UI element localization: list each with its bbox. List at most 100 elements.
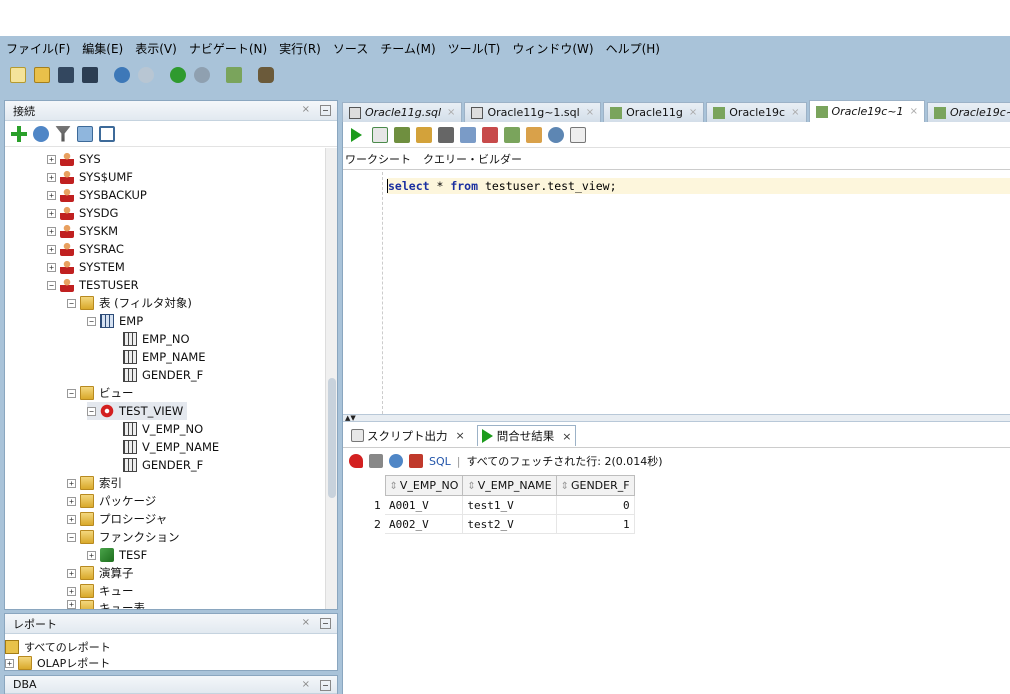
menu-team[interactable]: チーム(M) — [380, 40, 435, 57]
collapse-icon[interactable]: − — [67, 298, 76, 308]
sql-worksheet-icon[interactable] — [504, 126, 520, 143]
tab-oracle11g[interactable]: Oracle11g × — [603, 102, 705, 122]
expand-icon[interactable]: + — [67, 568, 76, 578]
menu-tools[interactable]: ツール(T) — [448, 40, 501, 57]
save-icon[interactable] — [58, 67, 74, 83]
open-folder-icon[interactable] — [34, 67, 50, 83]
tab-close-icon[interactable]: × — [689, 107, 697, 118]
tree-node-gender-f[interactable]: GENDER_F — [123, 366, 203, 384]
menu-window[interactable]: ウィンドウ(W) — [512, 40, 593, 57]
collapse-icon[interactable]: − — [67, 532, 76, 542]
tab-worksheet[interactable]: ワークシート — [343, 151, 421, 167]
tab-oracle11g-1-sql[interactable]: Oracle11g~1.sql × — [464, 102, 602, 122]
tree-node-emp-no[interactable]: EMP_NO — [123, 330, 190, 348]
tree-node-sys-umf[interactable]: + SYS$UMF — [47, 168, 133, 186]
cell-gender-f[interactable]: 1 — [556, 514, 635, 534]
tab-oracle11g-sql[interactable]: Oracle11g.sql × — [342, 102, 463, 122]
autotrace-icon[interactable] — [394, 126, 410, 143]
code-area[interactable]: select * from testuser.test_view; — [343, 172, 1010, 414]
filter-icon[interactable] — [55, 125, 71, 142]
explain-plan-icon[interactable] — [416, 126, 432, 143]
tree-node-sysbackup[interactable]: + SYSBACKUP — [47, 186, 147, 204]
sql-tuning-icon[interactable] — [438, 126, 454, 143]
expand-icon[interactable]: + — [47, 226, 56, 236]
editor-splitter[interactable]: ▲▼ — [343, 414, 1010, 422]
menu-source[interactable]: ソース — [333, 40, 368, 57]
tab-close-icon[interactable]: × — [562, 430, 571, 443]
minimize-icon[interactable] — [320, 105, 331, 116]
back-icon[interactable] — [170, 67, 186, 83]
commit-icon[interactable] — [460, 126, 476, 143]
tree-scrollbar-thumb[interactable] — [328, 378, 336, 498]
column-header-v-emp-no[interactable]: ⇕ V_EMP_NO — [384, 475, 464, 496]
cell-gender-f[interactable]: 0 — [556, 495, 635, 515]
format-icon[interactable] — [570, 126, 586, 143]
tab-script-output[interactable]: スクリプト出力 × — [347, 426, 469, 446]
rollback-icon[interactable] — [482, 126, 498, 143]
report-all-reports[interactable]: すべてのレポート — [5, 638, 111, 656]
expand-icon[interactable]: + — [67, 514, 76, 524]
expand-icon[interactable]: + — [47, 172, 56, 182]
cell-v-emp-name[interactable]: test2_V — [462, 514, 557, 534]
refresh-icon[interactable] — [33, 125, 49, 142]
expand-icon[interactable]: + — [67, 600, 76, 609]
close-icon[interactable]: × — [302, 679, 310, 690]
tree-scrollbar[interactable] — [325, 148, 337, 609]
tab-close-icon[interactable]: × — [910, 106, 918, 117]
tree-node-functions[interactable]: − ファンクション — [67, 528, 180, 546]
tree-node-tesf[interactable]: + TESF — [87, 546, 147, 564]
tab-close-icon[interactable]: × — [447, 107, 455, 118]
tree-node-operators[interactable]: + 演算子 — [67, 564, 134, 582]
menu-file[interactable]: ファイル(F) — [6, 40, 70, 57]
expand-icon[interactable]: + — [47, 154, 56, 164]
window-icon[interactable] — [99, 125, 115, 142]
eraser-icon[interactable] — [526, 126, 542, 143]
tree-node-emp[interactable]: − EMP — [87, 312, 143, 330]
print-icon[interactable] — [369, 454, 383, 468]
close-icon[interactable]: × — [302, 104, 310, 115]
menu-navigate[interactable]: ナビゲート(N) — [189, 40, 267, 57]
menu-help[interactable]: ヘルプ(H) — [606, 40, 660, 57]
tree-node-views[interactable]: − ビュー — [67, 384, 134, 402]
tab-oracle19c-2[interactable]: Oracle19c~2× — [926, 102, 1010, 122]
refresh-icon[interactable] — [389, 454, 403, 468]
run-script-icon[interactable] — [372, 126, 388, 143]
new-file-icon[interactable] — [10, 67, 26, 83]
history-icon[interactable] — [548, 126, 564, 143]
delete-icon[interactable] — [409, 454, 423, 468]
tab-query-result[interactable]: 問合せ結果 × — [476, 425, 577, 446]
table-row[interactable]: 2 A002_V test2_V 1 — [345, 514, 635, 534]
minimize-icon[interactable] — [320, 680, 331, 691]
tree-node-procedures[interactable]: + プロシージャ — [67, 510, 167, 528]
close-icon[interactable]: × — [302, 617, 310, 628]
tree-node-test-view[interactable]: − TEST_VIEW — [87, 402, 188, 420]
tree-node-queues[interactable]: + キュー — [67, 582, 134, 600]
expand-icon[interactable]: + — [67, 478, 76, 488]
tree-node-sys[interactable]: + SYS — [47, 150, 101, 168]
save-all-icon[interactable] — [82, 67, 98, 83]
cell-v-emp-no[interactable]: A001_V — [385, 495, 464, 515]
sql-worksheet-icon[interactable] — [226, 67, 242, 83]
code-line-1[interactable]: select * from testuser.test_view; — [387, 178, 1010, 194]
expand-icon[interactable]: + — [67, 496, 76, 506]
expand-icon[interactable]: + — [47, 190, 56, 200]
sql-link[interactable]: SQL — [429, 455, 451, 468]
menu-edit[interactable]: 編集(E) — [82, 40, 123, 57]
undo-icon[interactable] — [114, 67, 130, 83]
menu-view[interactable]: 表示(V) — [135, 40, 177, 57]
report-olap[interactable]: + OLAPレポート — [5, 656, 110, 670]
collapse-icon[interactable]: − — [87, 406, 96, 416]
tree-node-queue-tables[interactable]: + キュー表 — [67, 600, 145, 609]
tab-query-builder[interactable]: クエリー・ビルダー — [421, 151, 532, 167]
expand-icon[interactable]: + — [87, 550, 96, 560]
tab-close-icon[interactable]: × — [456, 429, 465, 442]
expand-icon[interactable]: + — [67, 586, 76, 596]
tree-node-sysrac[interactable]: + SYSRAC — [47, 240, 124, 258]
expand-icon[interactable]: + — [47, 262, 56, 272]
cell-v-emp-name[interactable]: test1_V — [462, 495, 557, 515]
expand-icon[interactable]: + — [47, 208, 56, 218]
table-row[interactable]: 1 A001_V test1_V 0 — [345, 495, 635, 515]
binoculars-icon[interactable] — [258, 67, 274, 83]
minimize-icon[interactable] — [320, 618, 331, 629]
tree-node-syskm[interactable]: + SYSKM — [47, 222, 118, 240]
